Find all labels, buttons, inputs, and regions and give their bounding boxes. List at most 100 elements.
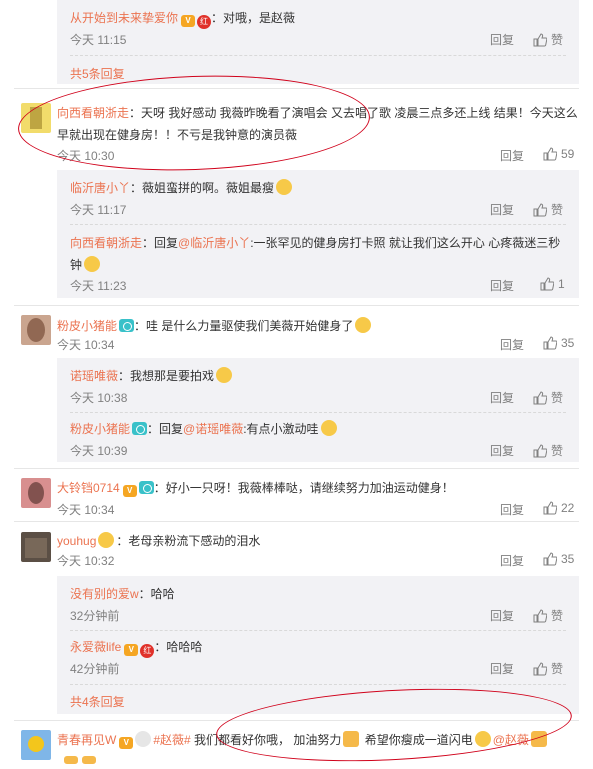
reply-item: 没有别的爱w：哈哈 (70, 585, 175, 602)
camera-badge-icon (138, 481, 154, 494)
like-count: 22 (561, 501, 575, 515)
divider (70, 684, 566, 685)
thumb-up-icon (540, 277, 554, 291)
like-count: 59 (561, 147, 575, 161)
divider (14, 468, 579, 469)
like-button[interactable]: 赞 (533, 201, 563, 218)
avatar[interactable] (21, 532, 51, 562)
reply-button[interactable]: 回复 (490, 389, 514, 406)
reply-button[interactable]: 回复 (490, 607, 514, 624)
timestamp: 今天 10:38 (70, 391, 128, 405)
comment-item: 大铃铛0714 V ：好小一只呀！我薇棒棒哒，请继续努力加油运动健身！ (57, 479, 454, 497)
comment-text: ：哇 是什么力量驱使我们美薇开始健身了 (134, 319, 354, 333)
like-button[interactable]: 赞 (533, 31, 563, 48)
like-button[interactable]: 59 (543, 147, 574, 161)
timestamp: 今天 11:23 (70, 279, 127, 293)
username-link[interactable]: 青春再见W (57, 733, 116, 747)
divider (14, 521, 579, 522)
thumb-up-icon (533, 390, 547, 404)
like-count: 35 (561, 552, 575, 566)
vip-crown-icon: V (181, 15, 196, 27)
timestamp: 今天 11:15 (70, 33, 127, 47)
comment-text: ：回复 (147, 422, 184, 436)
comment-text: ：老母亲粉流下感动的泪水 (116, 534, 261, 548)
like-button[interactable]: 35 (543, 552, 574, 566)
timestamp: 今天 10:34 (57, 503, 115, 517)
red-badge-icon: 红 (197, 15, 212, 29)
comment-item: 粉皮小猪能 ：哇 是什么力量驱使我们美薇开始健身了 (57, 317, 373, 334)
reply-item: 临沂唐小丫：薇姐蛮拼的啊。薇姐最瘦 (70, 179, 294, 196)
reply-button[interactable]: 回复 (500, 336, 524, 353)
hashtag-link[interactable]: #赵薇# (153, 733, 190, 747)
username-link[interactable]: 向西看朝浙走 (70, 236, 142, 250)
reply-item: 粉皮小猪能 ：回复@诺瑶唯薇:有点小激动哇 (70, 420, 339, 437)
camera-badge-icon (119, 319, 135, 332)
thumb-up-icon (543, 336, 557, 350)
red-badge-icon: 红 (140, 644, 155, 658)
divider (70, 55, 566, 56)
like-button[interactable]: 赞 (533, 660, 563, 677)
reply-button[interactable]: 回复 (490, 201, 514, 218)
vip-crown-icon: V (124, 644, 139, 656)
thumb-up-icon (533, 443, 547, 457)
reply-button[interactable]: 回复 (490, 31, 514, 48)
reply-button[interactable]: 回复 (490, 442, 514, 459)
comment-text: ：薇姐蛮拼的啊。薇姐最瘦 (130, 181, 275, 195)
more-replies-link[interactable]: 共4条回复 (70, 693, 125, 710)
like-button[interactable]: 1 (540, 277, 565, 291)
thumb-up-icon (543, 501, 557, 515)
divider (70, 412, 566, 413)
emoji-icon (276, 179, 293, 195)
avatar[interactable] (21, 478, 51, 508)
timestamp: 今天 11:17 (70, 203, 127, 217)
reply-item: 从开始到未来挚爱你 V 红：对哦，是赵薇 (70, 9, 295, 29)
username-link[interactable]: 诺瑶唯薇 (70, 369, 118, 383)
like-count: 1 (558, 277, 565, 291)
username-link[interactable]: 从开始到未来挚爱你 (70, 11, 178, 25)
avatar[interactable] (21, 315, 51, 345)
thumb-up-icon (533, 661, 547, 675)
thumb-up-icon (533, 32, 547, 46)
avatar[interactable] (21, 730, 51, 760)
vip-crown-icon: V (122, 485, 137, 497)
username-link[interactable]: 大铃铛0714 (57, 481, 120, 495)
like-button[interactable]: 赞 (533, 389, 563, 406)
strong-arm-icon (62, 750, 98, 764)
like-button[interactable]: 赞 (533, 607, 563, 624)
thumb-up-icon (533, 202, 547, 216)
like-count: 35 (561, 336, 575, 350)
mention-link[interactable]: @诺瑶唯薇 (183, 422, 243, 436)
username-link[interactable]: 临沂唐小丫 (70, 181, 130, 195)
camera-badge-icon (132, 422, 148, 435)
divider (70, 224, 566, 225)
comment-text: :有点小激动哇 (243, 422, 319, 436)
reply-button[interactable]: 回复 (490, 277, 514, 294)
mention-link[interactable]: @临沂唐小丫 (178, 236, 250, 250)
timestamp: 32分钟前 (70, 609, 120, 623)
like-button[interactable]: 赞 (533, 442, 563, 459)
emoji-icon (216, 367, 233, 383)
thumb-up-icon (543, 552, 557, 566)
username-link[interactable]: 没有别的爱w (70, 587, 139, 601)
thumb-up-icon (543, 147, 557, 161)
like-label: 赞 (551, 203, 564, 217)
like-label: 赞 (551, 444, 564, 458)
emoji-icon (84, 256, 101, 272)
username-link[interactable]: 粉皮小猪能 (57, 319, 117, 333)
username-link[interactable]: 粉皮小猪能 (70, 422, 130, 436)
like-button[interactable]: 22 (543, 501, 574, 515)
timestamp: 今天 10:39 (70, 444, 128, 458)
reply-button[interactable]: 回复 (500, 552, 524, 569)
emoji-icon (98, 532, 115, 548)
reply-item: 诺瑶唯薇：我想那是要拍戏 (70, 367, 234, 384)
reply-button[interactable]: 回复 (500, 147, 524, 164)
more-replies-link[interactable]: 共5条回复 (70, 65, 125, 82)
like-label: 赞 (551, 391, 564, 405)
username-link[interactable]: 永爱薇life (70, 640, 121, 654)
reply-button[interactable]: 回复 (490, 660, 514, 677)
username-link[interactable]: youhug (57, 534, 96, 548)
comment-feed: 从开始到未来挚爱你 V 红：对哦，是赵薇 今天 11:15 回复 赞 共5条回复 向… (0, 0, 593, 769)
like-button[interactable]: 35 (543, 336, 574, 350)
reply-button[interactable]: 回复 (500, 501, 524, 518)
like-label: 赞 (551, 33, 564, 47)
